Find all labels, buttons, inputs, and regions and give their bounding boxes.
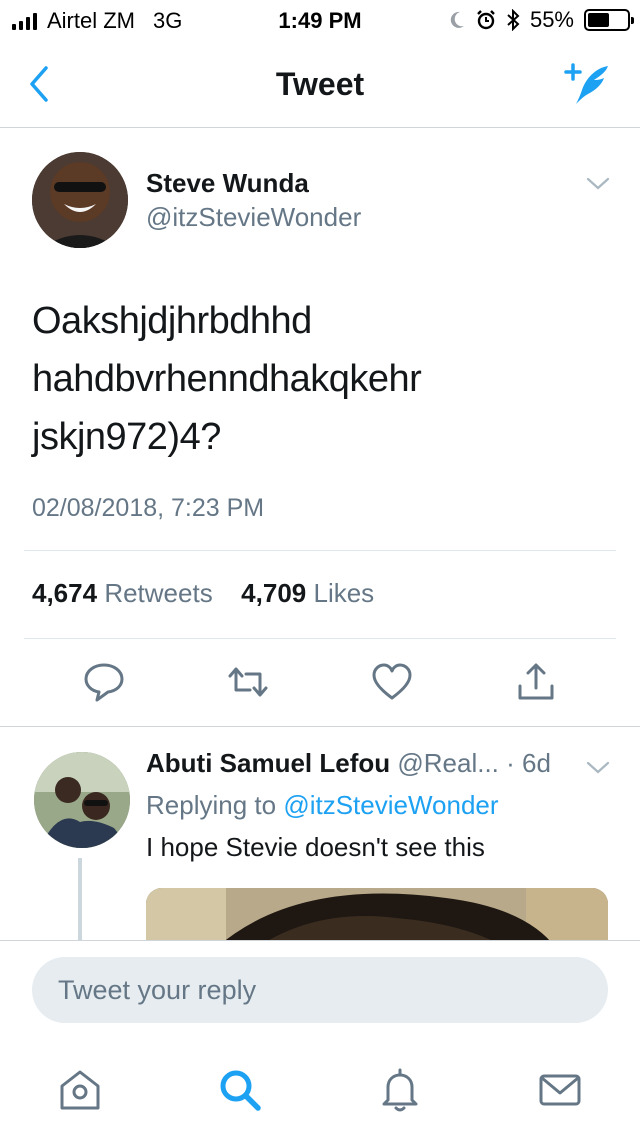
- reply-icon[interactable]: [82, 660, 126, 704]
- notifications-icon[interactable]: [376, 1066, 424, 1114]
- battery-percent: 55%: [529, 7, 574, 32]
- section-divider: [0, 726, 640, 727]
- status-bar: Airtel ZM 3G 1:49 PM 55%: [0, 0, 640, 40]
- battery-fill: [588, 13, 609, 27]
- tweet-text-line: jskjn972)4?: [32, 416, 221, 458]
- divider: [24, 550, 616, 551]
- reply-text: I hope Stevie doesn't see this: [146, 832, 485, 862]
- author-handle[interactable]: @itzStevieWonder: [146, 202, 361, 233]
- replying-to: Replying to @itzStevieWonder: [146, 790, 499, 821]
- chevron-down-icon[interactable]: [586, 760, 610, 776]
- status-right: 55%: [448, 7, 634, 33]
- reply-input[interactable]: [32, 957, 608, 1023]
- likes-stat[interactable]: 4,709 Likes: [241, 578, 374, 608]
- tab-bar: [0, 1040, 640, 1136]
- reply-author-handle: @Real...: [397, 748, 499, 778]
- home-icon[interactable]: [56, 1066, 104, 1114]
- reply-avatar[interactable]: [34, 752, 130, 848]
- search-icon[interactable]: [216, 1066, 264, 1114]
- nav-bar: Tweet: [0, 40, 640, 128]
- like-label: Likes: [313, 578, 375, 608]
- author-name[interactable]: Steve Wunda: [146, 168, 309, 199]
- messages-icon[interactable]: [536, 1066, 584, 1114]
- replying-to-link[interactable]: @itzStevieWonder: [283, 790, 498, 820]
- retweet-icon[interactable]: [226, 660, 270, 704]
- reply-media-image: [146, 888, 608, 948]
- reply-age: · 6d: [506, 748, 551, 778]
- tweet-text-line: Oakshjdjhrbdhhd: [32, 300, 312, 342]
- tweet-text: Oakshjdjhrbdhhd hahdbvrhenndhakqkehr jsk…: [32, 292, 612, 466]
- retweet-count: 4,674: [32, 578, 98, 608]
- avatar-image: [32, 152, 128, 248]
- page-title: Tweet: [275, 66, 365, 102]
- battery-icon: [584, 9, 634, 31]
- compose-tweet-icon[interactable]: [560, 60, 614, 108]
- like-icon[interactable]: [370, 660, 414, 704]
- alarm-icon: [477, 10, 495, 30]
- retweet-label: Retweets: [104, 578, 213, 608]
- tweet-actions: [0, 660, 640, 710]
- tweet-text-line: hahdbvrhenndhakqkehr: [32, 358, 422, 400]
- reply-author-name: Abuti Samuel Lefou: [146, 748, 391, 778]
- avatar[interactable]: [32, 152, 128, 248]
- reply-avatar-image: [34, 752, 130, 848]
- reply-media[interactable]: [146, 888, 608, 948]
- retweets-stat[interactable]: 4,674 Retweets: [32, 578, 213, 608]
- moon-icon: [450, 11, 464, 28]
- like-count: 4,709: [241, 578, 307, 608]
- thread-line: [78, 858, 82, 940]
- reply-composer: [0, 940, 640, 1040]
- tweet-stats: 4,674 Retweets 4,709 Likes: [32, 578, 374, 609]
- tweet-timestamp: 02/08/2018, 7:23 PM: [32, 494, 265, 522]
- chevron-down-icon[interactable]: [586, 176, 610, 192]
- tweet-header: Steve Wunda @itzStevieWonder: [0, 128, 640, 258]
- divider: [24, 638, 616, 639]
- bluetooth-icon: [507, 9, 520, 31]
- replying-prefix: Replying to: [146, 790, 277, 820]
- reply-author[interactable]: Abuti Samuel Lefou @Real... · 6d: [146, 748, 551, 779]
- share-icon[interactable]: [514, 660, 558, 704]
